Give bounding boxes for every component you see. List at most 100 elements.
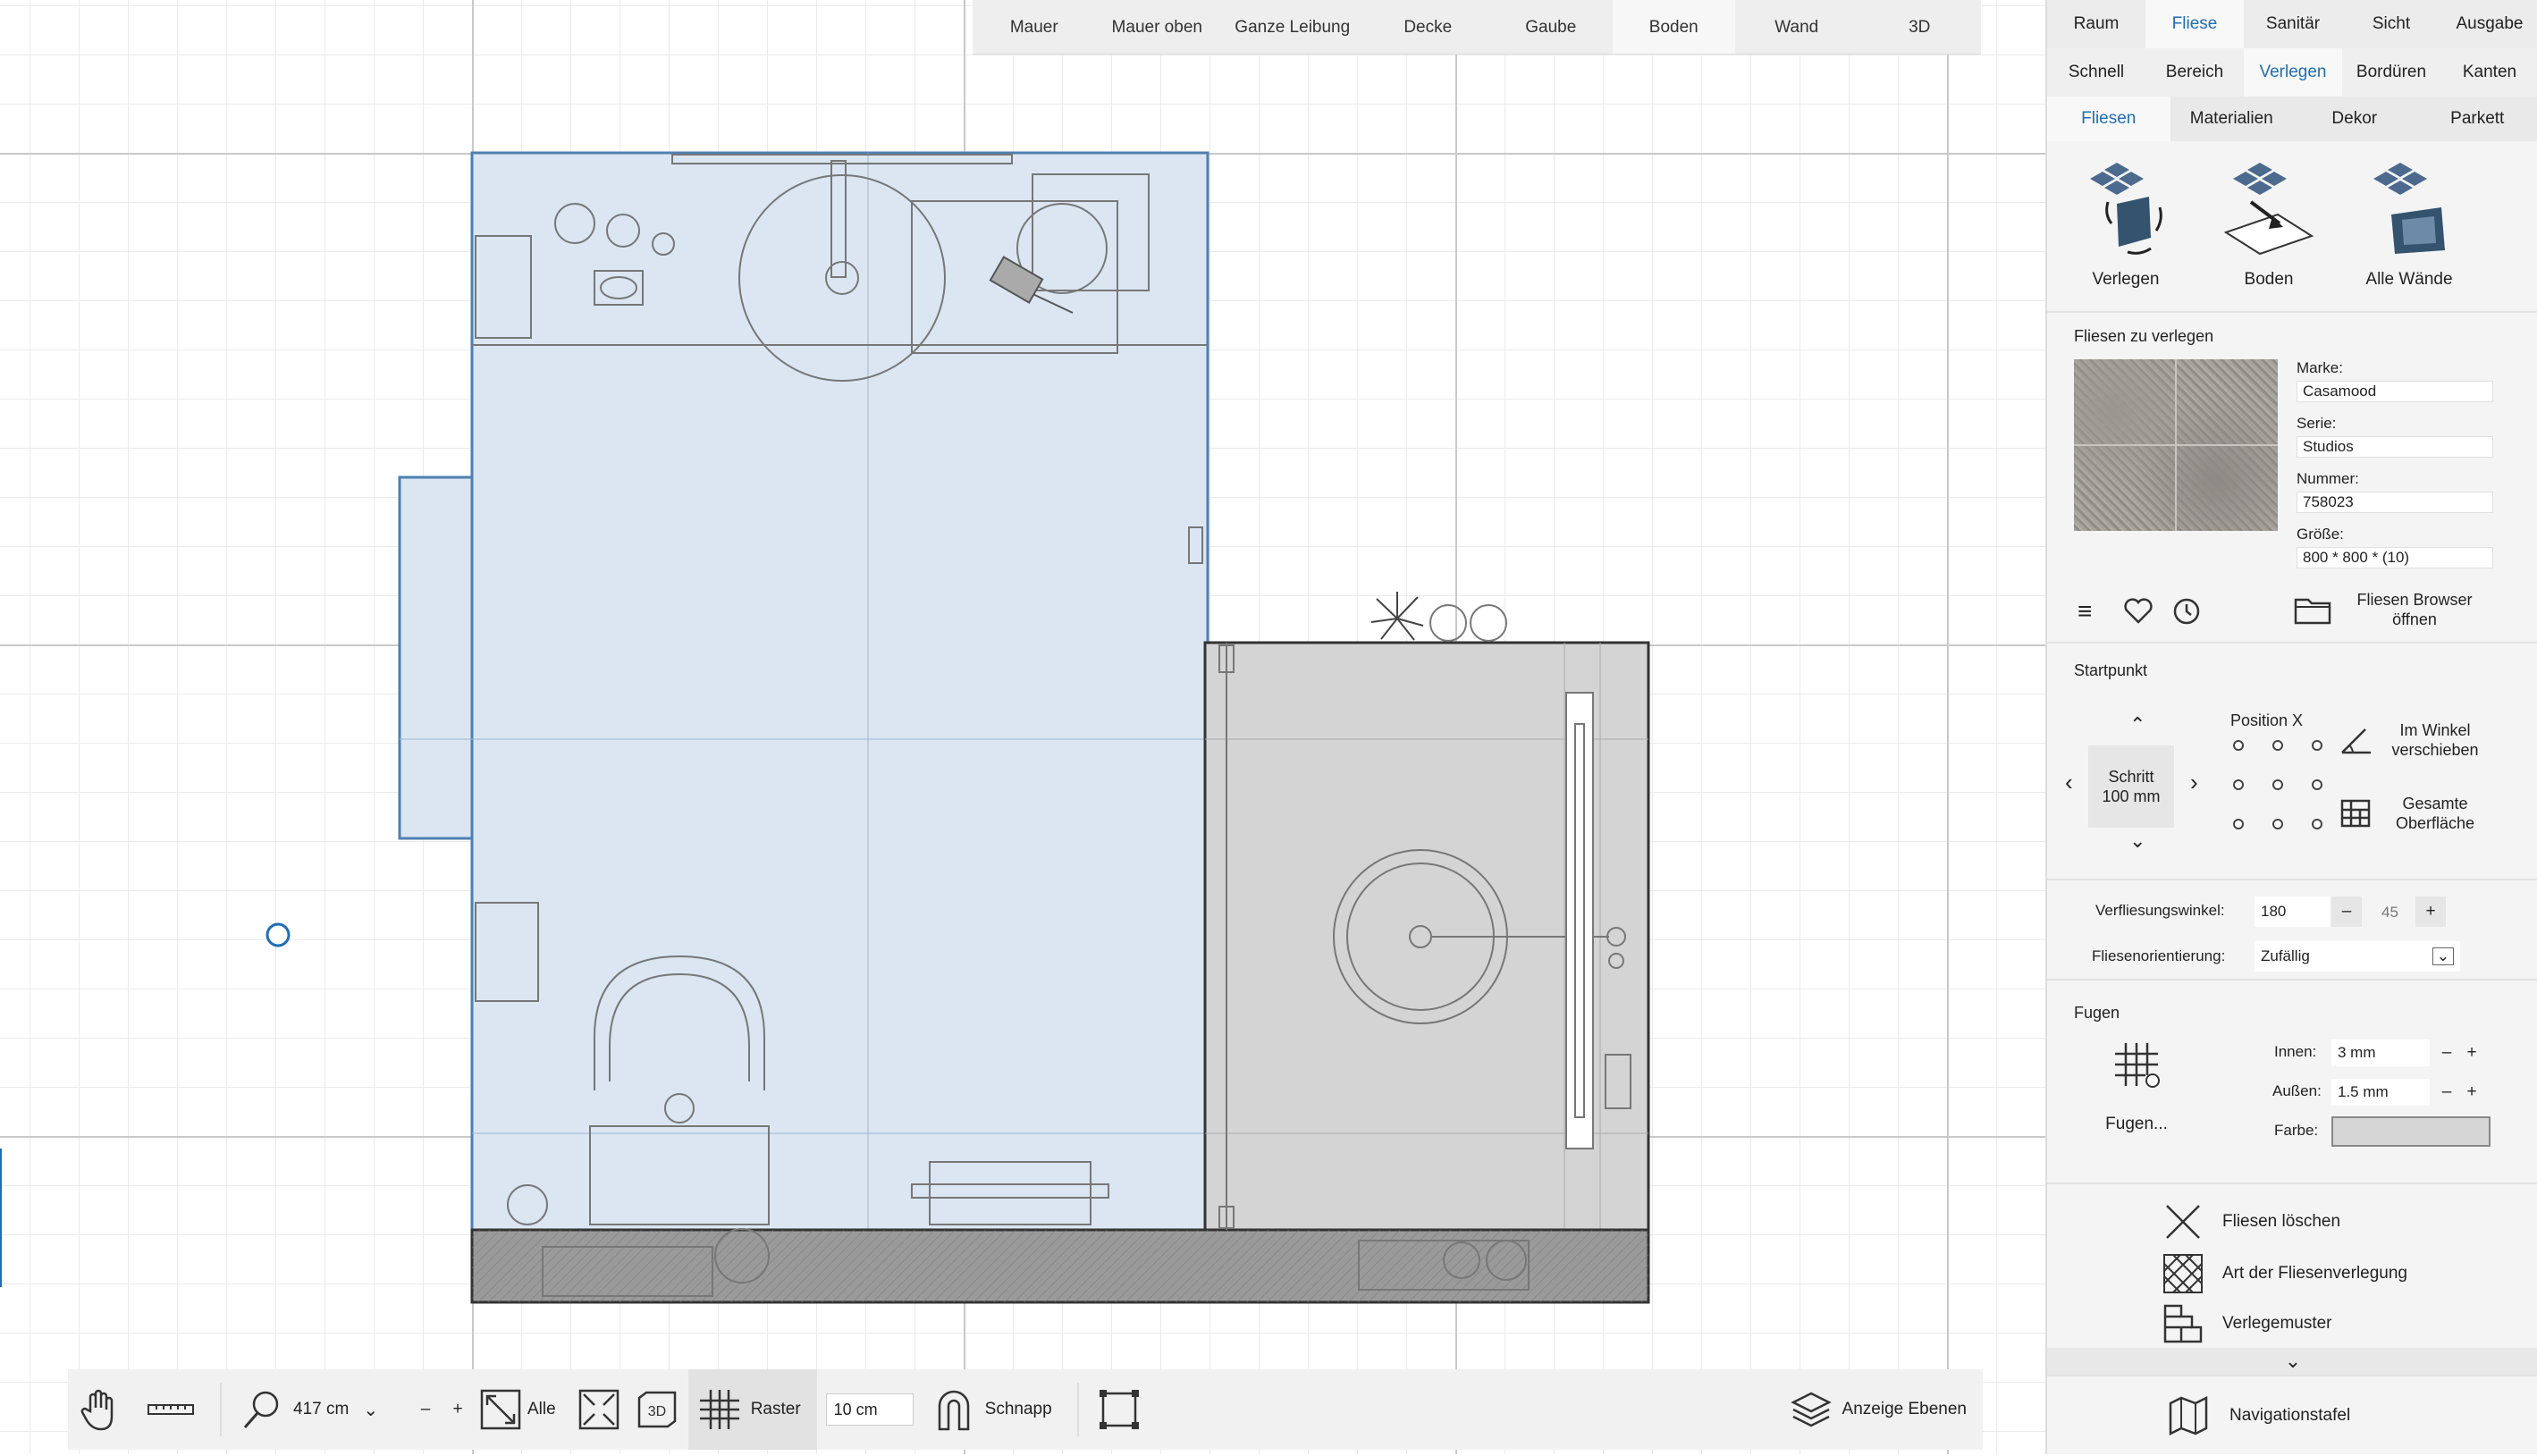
zoom-tool[interactable] bbox=[231, 1369, 293, 1450]
tab-gaube[interactable]: Gaube bbox=[1489, 0, 1613, 54]
list-button[interactable]: ≡ bbox=[2078, 597, 2092, 626]
angle-step: 45 bbox=[2381, 904, 2398, 922]
inner-decrease-button[interactable]: – bbox=[2435, 1039, 2458, 1066]
tile-preview[interactable] bbox=[2074, 359, 2278, 531]
tab-schnell[interactable]: Schnell bbox=[2047, 48, 2145, 97]
angle-input[interactable]: 180 bbox=[2255, 896, 2330, 927]
floor-button[interactable]: Boden bbox=[2206, 161, 2331, 290]
chevron-down-icon: ⌄ bbox=[2432, 947, 2454, 965]
tab-3d[interactable]: 3D bbox=[1858, 0, 1982, 54]
tab-ganze-leibung[interactable]: Ganze Leibung bbox=[1218, 0, 1367, 54]
plus-icon: + bbox=[2425, 902, 2435, 922]
grid-size-input[interactable]: 10 cm bbox=[826, 1369, 914, 1450]
size-field[interactable]: 800 * 800 * (10) bbox=[2297, 547, 2493, 568]
outer-increase-button[interactable]: + bbox=[2460, 1079, 2483, 1106]
grid-toggle[interactable]: Raster bbox=[688, 1369, 817, 1450]
frame-icon bbox=[1088, 1369, 1150, 1450]
joints-button[interactable]: Fugen... bbox=[2074, 1039, 2199, 1134]
number-field[interactable]: 758023 bbox=[2297, 492, 2493, 513]
snap-toggle[interactable]: Schnapp bbox=[923, 1369, 1068, 1450]
inner-increase-button[interactable]: + bbox=[2460, 1039, 2483, 1066]
measure-tool[interactable] bbox=[131, 1369, 211, 1450]
wall-niche bbox=[400, 477, 472, 838]
tab-boden[interactable]: Boden bbox=[1613, 0, 1736, 54]
fit-all-button[interactable]: Alle bbox=[474, 1369, 572, 1450]
step-right-button[interactable]: › bbox=[2190, 769, 2198, 796]
orientation-label: Fliesenorientierung: bbox=[2092, 947, 2225, 965]
joints-label: Fugen... bbox=[2074, 1115, 2199, 1134]
step-up-button[interactable]: ⌃ bbox=[2129, 713, 2145, 736]
tab-ausgabe[interactable]: Ausgabe bbox=[2440, 0, 2537, 48]
zoom-in-button[interactable]: + bbox=[442, 1369, 474, 1450]
tab-materialien[interactable]: Materialien bbox=[2170, 97, 2294, 141]
layers-button[interactable]: Anzeige Ebenen bbox=[1780, 1369, 1983, 1450]
tab-wand[interactable]: Wand bbox=[1735, 0, 1858, 54]
tab-raum[interactable]: Raum bbox=[2047, 0, 2145, 48]
tab-fliese[interactable]: Fliese bbox=[2145, 0, 2244, 48]
lay-actions: Verlegen Boden Alle Wände bbox=[2047, 141, 2537, 311]
tab-dekor[interactable]: Dekor bbox=[2293, 97, 2416, 141]
wall-tiles-icon bbox=[2356, 161, 2463, 259]
pattern-icon bbox=[2163, 1304, 2203, 1343]
tab-mauer-oben[interactable]: Mauer oben bbox=[1096, 0, 1219, 54]
orientation-select[interactable]: Zufällig ⌄ bbox=[2255, 941, 2460, 972]
joint-color-swatch[interactable] bbox=[2331, 1116, 2491, 1147]
step-left-button[interactable]: ‹ bbox=[2065, 769, 2073, 796]
pan-tool[interactable] bbox=[68, 1369, 131, 1450]
lay-button[interactable]: Verlegen bbox=[2063, 161, 2188, 290]
zoom-value: 417 cm bbox=[293, 1400, 349, 1419]
whole-surface-button[interactable]: Gesamte Oberfläche bbox=[2339, 794, 2480, 833]
tab-sicht[interactable]: Sicht bbox=[2342, 0, 2440, 48]
tab-parkett[interactable]: Parkett bbox=[2416, 97, 2537, 141]
laying-pattern-button[interactable]: Verlegemuster bbox=[2163, 1304, 2332, 1343]
rotate-shift-button[interactable]: Im Winkel verschieben bbox=[2339, 720, 2480, 760]
outer-label: Außen: bbox=[2272, 1082, 2322, 1100]
floor-plan-canvas[interactable] bbox=[0, 0, 2045, 1454]
brand-field[interactable]: Casamood bbox=[2297, 381, 2493, 402]
close-icon bbox=[2163, 1202, 2203, 1241]
tab-kanten[interactable]: Kanten bbox=[2440, 48, 2537, 97]
outer-input[interactable]: 1.5 mm bbox=[2331, 1079, 2430, 1106]
orientation-value: Zufällig bbox=[2261, 947, 2310, 965]
heart-icon bbox=[2124, 597, 2153, 624]
angle-decrease-button[interactable]: – bbox=[2331, 896, 2362, 927]
series-label: Serie: bbox=[2297, 415, 2336, 433]
zoom-select[interactable]: 417 cm ⌄ bbox=[293, 1369, 409, 1450]
tile-actions-section: Fliesen löschen Art der Fliesenverlegung… bbox=[2047, 1182, 2537, 1350]
frame-select-button[interactable] bbox=[1088, 1369, 1150, 1450]
tab-verlegen[interactable]: Verlegen bbox=[2244, 48, 2342, 97]
angle-increase-button[interactable]: + bbox=[2415, 896, 2446, 927]
shrink-view-button[interactable] bbox=[572, 1369, 626, 1450]
inner-input[interactable]: 3 mm bbox=[2331, 1039, 2430, 1066]
series-field[interactable]: Studios bbox=[2297, 436, 2493, 458]
tab-decke[interactable]: Decke bbox=[1367, 0, 1490, 54]
number-label: Nummer: bbox=[2297, 470, 2359, 488]
zoom-out-button[interactable]: – bbox=[409, 1369, 442, 1450]
laying-type-label: Art der Fliesenverlegung bbox=[2222, 1264, 2407, 1283]
tab-fliesen[interactable]: Fliesen bbox=[2047, 97, 2170, 141]
view-3d-button[interactable]: 3D bbox=[626, 1369, 688, 1450]
navigation-panel-button[interactable]: Navigationstafel bbox=[2169, 1396, 2350, 1435]
outer-decrease-button[interactable]: – bbox=[2435, 1079, 2458, 1106]
step-down-button[interactable]: ⌄ bbox=[2129, 829, 2145, 853]
bottom-toolbar: 417 cm ⌄ – + Alle 3D Raster 10 cm Schnap… bbox=[68, 1369, 1983, 1450]
position-anchor-grid[interactable] bbox=[2226, 733, 2330, 837]
rotate-shift-label: Im Winkel verschieben bbox=[2390, 720, 2480, 760]
chevron-left-icon: ‹ bbox=[2065, 769, 2073, 796]
all-walls-button[interactable]: Alle Wände bbox=[2347, 161, 2472, 290]
tab-mauer[interactable]: Mauer bbox=[973, 0, 1096, 54]
open-tile-browser-button[interactable]: Fliesen Browser öffnen bbox=[2294, 590, 2482, 629]
view-tabs: Mauer Mauer oben Ganze Leibung Decke Gau… bbox=[973, 0, 1981, 55]
panel-expand-button[interactable]: ⌄ bbox=[2047, 1348, 2537, 1375]
tiles-heading: Fliesen zu verlegen bbox=[2074, 327, 2213, 346]
floor-plan[interactable] bbox=[0, 0, 2045, 1454]
history-button[interactable] bbox=[2172, 597, 2201, 626]
tab-borduren[interactable]: Bordüren bbox=[2342, 48, 2440, 97]
delete-tiles-button[interactable]: Fliesen löschen bbox=[2163, 1202, 2340, 1241]
start-point-section: Startpunkt ⌃ ‹ Schritt 100 mm › ⌄ Positi… bbox=[2047, 642, 2537, 880]
tab-sanitaer[interactable]: Sanitär bbox=[2244, 0, 2342, 48]
tab-bereich[interactable]: Bereich bbox=[2145, 48, 2244, 97]
favorite-button[interactable] bbox=[2124, 597, 2153, 624]
clock-icon bbox=[2172, 597, 2201, 626]
laying-type-button[interactable]: Art der Fliesenverlegung bbox=[2163, 1254, 2407, 1293]
